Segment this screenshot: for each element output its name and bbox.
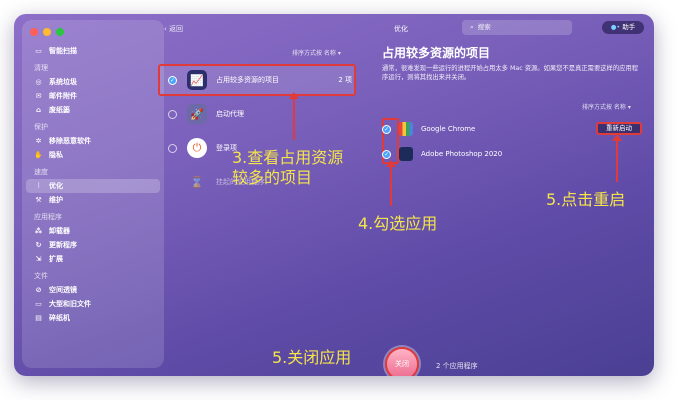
mail-icon: ✉ xyxy=(35,91,42,100)
sidebar-item-privacy[interactable]: ✋ 隐私 xyxy=(22,148,164,162)
sidebar-section-clean: 清理 xyxy=(34,64,48,72)
sort-label: 排序方式按 名称 xyxy=(582,104,626,111)
photoshop-app-icon xyxy=(399,147,413,161)
annotation-step4: 4.勾选应用 xyxy=(358,214,438,233)
assistant-button[interactable]: ●• 助手 xyxy=(602,21,644,34)
monitor-icon: ▭ xyxy=(35,46,42,55)
chrome-app-icon xyxy=(399,122,413,136)
annotation-arrow-step3 xyxy=(289,92,299,140)
shredder-icon: ▤ xyxy=(35,313,42,322)
sidebar-list: ▭ 智能扫描 清理 ◎ 系统垃圾 ✉ 邮件附件 ⌂ 废纸篓 保护 ✲ 移除恶意软件 ✋ 隐… xyxy=(22,44,164,325)
chart-icon: 📈 xyxy=(187,70,207,90)
sidebar-item-updater[interactable]: ↻ 更新程序 xyxy=(22,238,164,252)
sidebar-section-speed: 速度 xyxy=(34,168,48,176)
sidebar-item-label: 碎纸机 xyxy=(49,314,70,322)
app-row-photoshop[interactable]: ✓ Adobe Photoshop 2020 xyxy=(382,147,502,161)
sidebar-item-space-lens[interactable]: ⊘ 空间透镜 xyxy=(22,283,164,297)
sidebar-item-shredder[interactable]: ▤ 碎纸机 xyxy=(22,311,164,325)
uninstaller-icon: ⁂ xyxy=(34,226,43,235)
section-description: 通常，很难发现一些运行的进程开始占用太多 Mac 资源。如果您不是真正需要这样的… xyxy=(382,65,639,81)
hand-icon: ✋ xyxy=(34,150,43,159)
back-button[interactable]: ‹ 返回 xyxy=(164,24,183,34)
sidebar-item-malware[interactable]: ✲ 移除恶意软件 xyxy=(22,134,164,148)
sidebar-item-label: 维护 xyxy=(49,196,63,204)
list-item-count: 2 项 xyxy=(338,76,352,84)
sidebar-item-label: 卸载器 xyxy=(49,227,70,235)
app-name: Adobe Photoshop 2020 xyxy=(421,150,503,158)
sidebar-item-label: 隐私 xyxy=(49,151,63,159)
power-icon: ⏻ xyxy=(187,138,207,158)
sidebar-item-label: 系统垃圾 xyxy=(49,78,77,86)
sliders-icon: ⫶ xyxy=(37,181,40,190)
sidebar-item-label: 更新程序 xyxy=(49,241,77,249)
sidebar-item-optimize[interactable]: ⫶ 优化 xyxy=(26,179,160,193)
list-item-launch-agents[interactable]: 🚀 启动代理 xyxy=(168,104,244,124)
disk-icon: ◎ xyxy=(35,77,42,86)
zoom-window-button[interactable] xyxy=(56,28,64,36)
list-item-heavy-consumers[interactable]: ✓ 📈 占用较多资源的项目 2 项 xyxy=(168,70,352,90)
sidebar: ▭ 智能扫描 清理 ◎ 系统垃圾 ✉ 邮件附件 ⌂ 废纸篓 保护 ✲ 移除恶意软件 ✋ 隐… xyxy=(22,20,164,368)
sidebar-item-label: 移除恶意软件 xyxy=(49,137,91,145)
close-window-button[interactable] xyxy=(30,28,38,36)
assistant-icon: ●• xyxy=(610,23,621,31)
annotation-step3: 3.查看占用资源 较多的项目 xyxy=(232,148,344,187)
section-title: 占用较多资源的项目 xyxy=(382,46,491,60)
search-placeholder: 搜索 xyxy=(477,23,491,31)
sidebar-item-label: 优化 xyxy=(49,182,63,190)
sidebar-section-apps: 应用程序 xyxy=(34,213,62,221)
sidebar-item-large-old-files[interactable]: ▭ 大型和旧文件 xyxy=(22,297,164,311)
sort-selector[interactable]: 排序方式按 名称 ▾ xyxy=(292,48,341,57)
app-row-chrome[interactable]: ✓ Google Chrome xyxy=(382,122,475,136)
page-title: 优化 xyxy=(394,25,408,33)
annotation-step5-close: 5.关闭应用 xyxy=(272,348,352,367)
wrench-icon: ⚒ xyxy=(35,195,42,204)
biohazard-icon: ✲ xyxy=(35,136,42,145)
search-input[interactable]: ⌕ 搜索 xyxy=(462,20,572,35)
sidebar-item-label: 废纸篓 xyxy=(49,106,70,114)
list-item-label: 占用较多资源的项目 xyxy=(216,76,279,84)
sidebar-item-smart-scan[interactable]: ▭ 智能扫描 xyxy=(22,44,164,58)
sidebar-item-label: 大型和旧文件 xyxy=(49,300,91,308)
radio-icon[interactable] xyxy=(168,109,177,119)
sidebar-item-system-junk[interactable]: ◎ 系统垃圾 xyxy=(22,75,164,89)
annotation-arrow-step4 xyxy=(386,160,396,206)
check-icon[interactable]: ✓ xyxy=(382,149,391,159)
lens-icon: ⊘ xyxy=(35,285,42,294)
hourglass-icon: ⌛ xyxy=(190,175,204,189)
folder-icon: ▭ xyxy=(35,299,42,308)
updater-icon: ↻ xyxy=(35,240,42,249)
rocket-icon: 🚀 xyxy=(187,104,207,124)
radio-icon[interactable] xyxy=(168,143,177,153)
sort-selector-right[interactable]: 排序方式按 名称 ▾ xyxy=(582,102,631,111)
assistant-label: 助手 xyxy=(622,23,636,31)
sidebar-item-label: 邮件附件 xyxy=(49,92,77,100)
minimize-window-button[interactable] xyxy=(43,28,51,36)
sidebar-item-mail-attachments[interactable]: ✉ 邮件附件 xyxy=(22,89,164,103)
selected-count: 2 个应用程序 xyxy=(436,362,478,370)
list-item-login-items[interactable]: ⏻ 登录项 xyxy=(168,138,237,158)
sidebar-item-maintenance[interactable]: ⚒ 维护 xyxy=(22,193,164,207)
list-item-label: 启动代理 xyxy=(216,110,244,118)
window-controls xyxy=(30,28,64,36)
sidebar-item-trash[interactable]: ⌂ 废纸篓 xyxy=(22,103,164,117)
sidebar-section-protect: 保护 xyxy=(34,123,48,131)
annotation-arrow-step5-restart xyxy=(612,134,622,182)
sidebar-item-label: 扩展 xyxy=(49,255,63,263)
sidebar-item-label: 空间透镜 xyxy=(49,286,77,294)
radio-checked-icon[interactable]: ✓ xyxy=(168,75,177,85)
sidebar-item-label: 智能扫描 xyxy=(49,47,77,55)
sidebar-item-uninstaller[interactable]: ⁂ 卸载器 xyxy=(22,224,164,238)
app-name: Google Chrome xyxy=(421,125,476,133)
extensions-icon: ⇲ xyxy=(35,254,42,263)
back-label: 返回 xyxy=(169,25,184,33)
close-apps-button[interactable]: 关闭 xyxy=(385,347,419,376)
sidebar-section-files: 文件 xyxy=(34,272,48,280)
trash-icon: ⌂ xyxy=(35,105,41,114)
sort-label: 排序方式按 名称 xyxy=(292,50,336,57)
check-icon[interactable]: ✓ xyxy=(382,124,391,134)
sidebar-item-extensions[interactable]: ⇲ 扩展 xyxy=(22,252,164,266)
annotation-step5-restart: 5.点击重启 xyxy=(546,190,626,209)
search-icon: ⌕ xyxy=(470,23,474,31)
